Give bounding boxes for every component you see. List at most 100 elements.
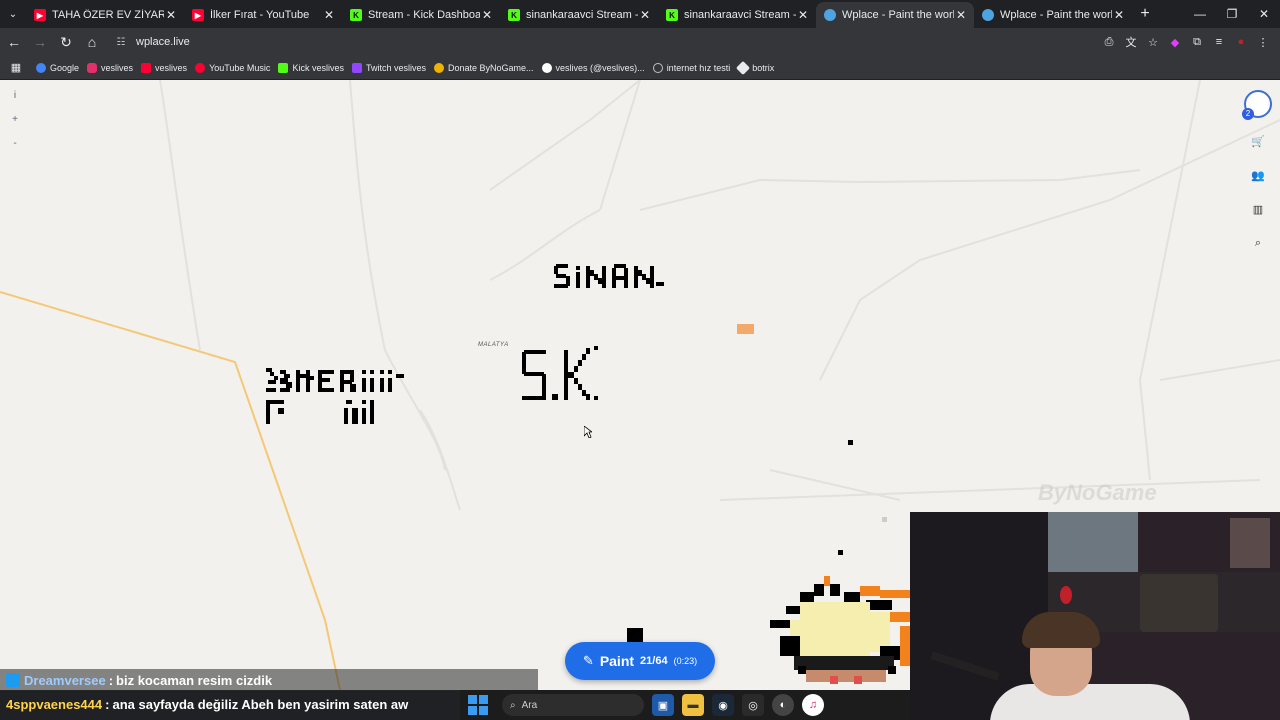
instagram-icon: [87, 62, 98, 73]
windows-start-icon[interactable]: [468, 695, 488, 715]
tab-title: Stream - Kick Dashboard: [368, 9, 480, 21]
bookmark-label: botrix: [752, 62, 775, 73]
zoom-controls: i + -: [8, 90, 22, 156]
cart-icon[interactable]: 🛒: [1247, 130, 1269, 152]
paint-brush-icon: ✎: [582, 653, 594, 668]
translate-icon[interactable]: 文: [1120, 31, 1142, 53]
minimize-icon[interactable]: —: [1184, 7, 1216, 21]
browser-tab-active[interactable]: Wplace - Paint the world ✕: [816, 2, 974, 28]
paint-charges: 21/64: [640, 655, 668, 667]
user-avatar[interactable]: 2: [1242, 90, 1272, 120]
close-tab-icon[interactable]: ✕: [954, 8, 968, 22]
search-placeholder: Ara: [521, 699, 538, 711]
zoom-in-button[interactable]: +: [8, 114, 22, 132]
apps-grid-icon[interactable]: ▦: [4, 61, 28, 74]
browser-toolbar: ← → ↻ ⌂ ☷ wplace.live ⎙ 文 ☆ ◆ ⧉ ≡ ● ⋮: [0, 28, 1280, 56]
bookmark-item[interactable]: Twitch veslives: [351, 62, 426, 73]
pixel-art-creature: [770, 576, 910, 684]
streamer-body: [990, 684, 1190, 720]
restore-icon[interactable]: ❐: [1216, 7, 1248, 21]
bookmark-item[interactable]: veslives: [141, 62, 188, 73]
bookmarks-bar: ▦ Google veslives veslives YouTube Music…: [0, 56, 1280, 80]
bookmark-item[interactable]: internet hız testi: [652, 62, 730, 73]
new-tab-icon[interactable]: +: [1132, 5, 1158, 23]
task-view-icon[interactable]: ▣: [652, 694, 674, 716]
info-icon[interactable]: i: [8, 90, 22, 108]
bookmark-item[interactable]: Google: [36, 62, 80, 73]
menu-kebab-icon[interactable]: ⋮: [1252, 31, 1274, 53]
close-tab-icon[interactable]: ✕: [480, 8, 494, 22]
close-tab-icon[interactable]: ✕: [796, 8, 810, 22]
chrome-icon[interactable]: ◐: [772, 694, 794, 716]
bookmark-item[interactable]: veslives: [87, 62, 133, 73]
webcam-lion-painting: [1140, 574, 1218, 632]
botrix-icon: [736, 60, 751, 75]
tab-title: Wplace - Paint the world: [1000, 9, 1112, 21]
home-icon[interactable]: ⌂: [80, 30, 104, 54]
tab-title: sinankaraavci Stream - Watch Live: [526, 9, 638, 21]
chat-separator: :: [108, 672, 114, 688]
leaderboard-icon[interactable]: ▥: [1247, 198, 1269, 220]
browser-tab[interactable]: ▶ TAHA ÖZER EV ZİYARETİ - YouTube ✕: [26, 2, 184, 28]
forward-arrow-icon[interactable]: →: [28, 30, 52, 54]
paint-button[interactable]: ✎ Paint 21/64 (0:23): [565, 642, 715, 680]
window-controls: — ❐ ✕: [1184, 7, 1280, 21]
bynogame-icon: [433, 62, 444, 73]
install-app-icon[interactable]: ⎙: [1098, 31, 1120, 53]
tab-search-chevron-icon[interactable]: ⌄: [0, 0, 26, 28]
youtube-music-icon: [195, 62, 206, 73]
extensions-puzzle-icon[interactable]: ⧉: [1186, 31, 1208, 53]
browser-tab[interactable]: ▶ İlker Fırat - YouTube ✕: [184, 2, 342, 28]
toolbar-actions: ⎙ 文 ☆ ◆ ⧉ ≡ ● ⋮: [1098, 31, 1274, 53]
media-control-icon[interactable]: ≡: [1208, 31, 1230, 53]
zoom-out-button[interactable]: -: [8, 138, 22, 156]
address-bar[interactable]: ☷ wplace.live: [110, 30, 1050, 54]
search-icon: ⌕: [510, 699, 516, 711]
browser-tab[interactable]: Wplace - Paint the world ✕: [974, 2, 1132, 28]
close-tab-icon[interactable]: ✕: [1112, 8, 1126, 22]
placed-pixel-orange: [737, 324, 754, 334]
bookmark-item[interactable]: botrix: [736, 60, 775, 75]
explore-search-icon[interactable]: ⌕: [1247, 232, 1269, 254]
close-tab-icon[interactable]: ✕: [322, 8, 336, 22]
kick-icon: [278, 62, 289, 73]
obs-icon[interactable]: ◎: [742, 694, 764, 716]
bookmark-item[interactable]: Donate ByNoGame...: [433, 62, 534, 73]
browser-tab[interactable]: K Stream - Kick Dashboard ✕: [342, 2, 500, 28]
mouse-cursor-icon: [584, 426, 592, 438]
site-info-icon[interactable]: ☷: [112, 33, 130, 51]
steam-icon[interactable]: ◉: [712, 694, 734, 716]
reload-icon[interactable]: ↻: [54, 30, 78, 54]
paint-timer: (0:23): [673, 656, 698, 666]
close-tab-icon[interactable]: ✕: [638, 8, 652, 22]
chat-separator: :: [105, 696, 110, 712]
bookmark-star-icon[interactable]: ☆: [1142, 31, 1164, 53]
bookmark-item[interactable]: veslives (@veslives)...: [541, 62, 645, 73]
bookmark-label: veslives: [155, 62, 188, 73]
browser-tab[interactable]: K sinankaraavci Stream - Watch Live ✕: [500, 2, 658, 28]
level-badge: 2: [1242, 108, 1254, 120]
twitch-icon: [351, 62, 362, 73]
bookmark-item[interactable]: Kick veslives: [278, 62, 344, 73]
windows-taskbar: ⌕ Ara ▣ ▬ ◉ ◎ ◐ ♫: [460, 690, 910, 720]
youtube-icon: [141, 62, 152, 73]
pixel-art-sinan: [554, 264, 664, 288]
bookmark-label: YouTube Music: [209, 62, 271, 73]
users-group-icon[interactable]: 👥: [1247, 164, 1269, 186]
bookmark-label: Google: [50, 62, 80, 73]
bookmark-label: Twitch veslives: [365, 62, 426, 73]
speedtest-icon: [652, 62, 663, 73]
close-tab-icon[interactable]: ✕: [164, 8, 178, 22]
right-toolbar: 2 🛒 👥 ▥ ⌕: [1242, 90, 1272, 254]
webcam-figure: [1230, 518, 1270, 568]
taskbar-search[interactable]: ⌕ Ara: [502, 694, 644, 716]
profile-avatar-icon[interactable]: ●: [1230, 31, 1252, 53]
extension-icon[interactable]: ◆: [1164, 31, 1186, 53]
webcam-overlay: [910, 512, 1280, 720]
itunes-icon[interactable]: ♫: [802, 694, 824, 716]
browser-tab[interactable]: K sinankaraavci Stream - Watch Live ✕: [658, 2, 816, 28]
file-explorer-icon[interactable]: ▬: [682, 694, 704, 716]
back-arrow-icon[interactable]: ←: [2, 30, 26, 54]
close-window-icon[interactable]: ✕: [1248, 7, 1280, 21]
bookmark-item[interactable]: YouTube Music: [195, 62, 271, 73]
